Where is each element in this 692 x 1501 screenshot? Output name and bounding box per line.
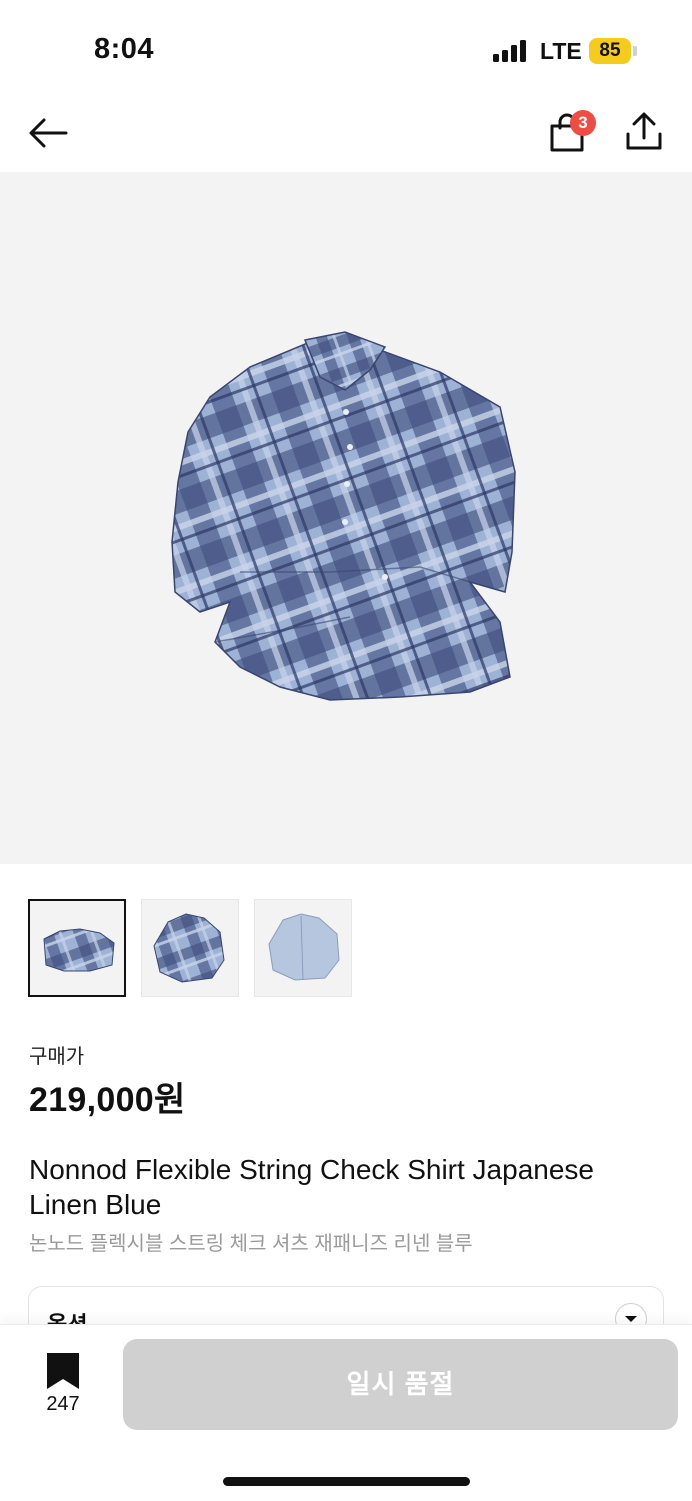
thumbnail-2[interactable] [141,899,239,997]
battery-cap [633,46,637,56]
status-time: 8:04 [94,33,155,65]
thumbnail-image [43,928,115,972]
share-button[interactable] [622,110,666,154]
cart-button[interactable]: 3 [544,108,596,156]
product-title-ko: 논노드 플렉시블 스트링 체크 셔츠 재패니즈 리넨 블루 [29,1233,473,1255]
shirt-image [171,331,516,701]
home-indicator [223,1477,470,1486]
signal-icon [493,40,529,62]
cart-count-badge: 3 [570,110,596,136]
thumbnail-3[interactable] [254,899,352,997]
back-arrow-icon [29,118,68,148]
bookmark-icon [47,1353,79,1389]
bottom-action-bar: 247 일시 품절 [0,1324,692,1501]
price: 219,000원 [29,1081,186,1119]
price-label: 구매가 [29,1046,85,1068]
thumbnail-1[interactable] [28,899,126,997]
battery-icon: 85 [589,38,631,64]
nav-bar: 3 [0,90,692,172]
network-type: LTE [540,38,582,64]
share-icon [626,112,662,150]
product-title-en: Nonnod Flexible String Check Shirt Japan… [29,1154,594,1220]
bookmark-count: 247 [46,1393,80,1415]
thumbnail-image [268,913,340,981]
bookmark-button[interactable]: 247 [32,1351,94,1421]
back-button[interactable] [24,110,72,158]
status-bar: 8:04 LTE 85 [0,0,692,90]
soldout-button[interactable]: 일시 품절 [123,1339,678,1430]
product-image[interactable] [0,172,692,864]
thumbnail-image [153,913,225,983]
